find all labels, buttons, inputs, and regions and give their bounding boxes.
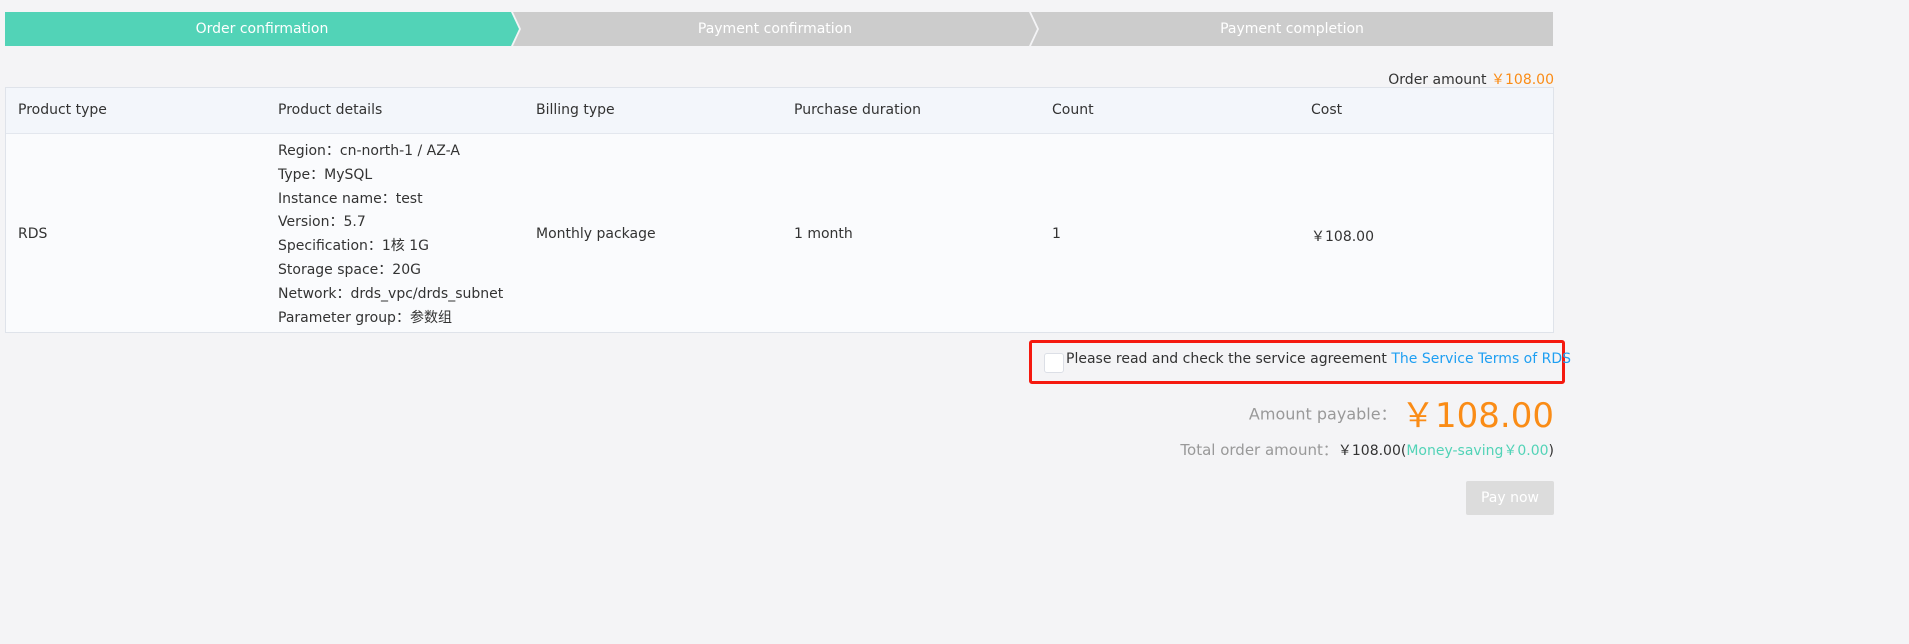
cell-cost: ￥108.00	[1311, 229, 1374, 245]
col-product-type: Product type	[18, 102, 107, 118]
detail-instance-name: Instance name：test	[278, 190, 423, 207]
service-terms-link[interactable]: The Service Terms of RDS	[1391, 351, 1571, 367]
table-header: Product type Product details Billing typ…	[6, 88, 1553, 134]
detail-network: Network：drds_vpc/drds_subnet	[278, 285, 504, 302]
col-count: Count	[1052, 102, 1094, 118]
amount-payable-value: ￥108.00	[1401, 396, 1554, 436]
step-payment-confirmation: Payment confirmation	[513, 12, 1037, 46]
cell-billing-type: Monthly package	[536, 226, 656, 242]
agreement-text: Please read and check the service agreem…	[1066, 351, 1387, 367]
detail-parameter-group: Parameter group：参数组	[278, 309, 452, 326]
col-billing-type: Billing type	[536, 102, 615, 118]
col-product-details: Product details	[278, 102, 383, 118]
total-label: Total order amount：	[1180, 441, 1338, 459]
total-value: ￥108.00(	[1337, 443, 1407, 459]
order-amount: Order amount ￥108.00	[1388, 69, 1554, 89]
detail-type: Type：MySQL	[278, 166, 373, 183]
order-amount-value: ￥108.00	[1491, 72, 1554, 88]
pay-now-button[interactable]: Pay now	[1466, 481, 1554, 515]
step-payment-completion: Payment completion	[1031, 12, 1553, 46]
amount-payable: Amount payable： ￥108.00	[1249, 388, 1554, 437]
order-table: Product type Product details Billing typ…	[5, 87, 1554, 333]
step-order-confirmation: Order confirmation	[5, 12, 519, 46]
cell-product-type: RDS	[18, 226, 48, 242]
col-cost: Cost	[1311, 102, 1343, 118]
cell-count: 1	[1052, 226, 1061, 242]
total-order-amount: Total order amount：￥108.00(Money-saving￥…	[1180, 439, 1554, 460]
agreement-label: Please read and check the service agreem…	[1066, 351, 1571, 367]
detail-specification: Specification：1核 1G	[278, 238, 429, 255]
cell-product-details: Region：cn-north-1 / AZ-A Type：MySQL Inst…	[278, 140, 503, 330]
progress-steps: Order confirmation Payment confirmation …	[5, 12, 1553, 46]
money-saving: Money-saving￥0.00	[1406, 443, 1549, 459]
detail-version: Version：5.7	[278, 214, 366, 231]
cell-duration: 1 month	[794, 226, 853, 242]
agreement-checkbox[interactable]	[1044, 353, 1064, 373]
amount-payable-label: Amount payable：	[1248, 404, 1397, 424]
detail-region: Region：cn-north-1 / AZ-A	[278, 143, 460, 159]
table-row: RDS Region：cn-north-1 / AZ-A Type：MySQL …	[6, 134, 1553, 332]
detail-storage: Storage space：20G	[278, 261, 421, 278]
order-amount-label: Order amount	[1388, 72, 1487, 88]
total-close-paren: )	[1548, 443, 1554, 459]
agreement-highlight: Please read and check the service agreem…	[1029, 340, 1571, 384]
col-purchase-duration: Purchase duration	[794, 102, 921, 118]
